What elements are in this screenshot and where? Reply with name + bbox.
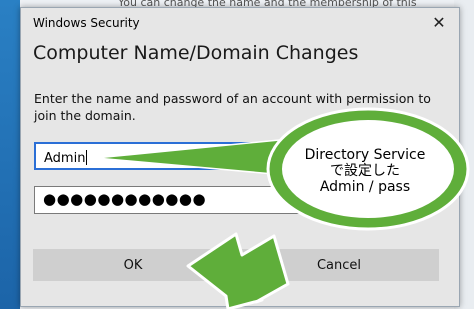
callout-line-3: Admin / pass: [319, 179, 411, 195]
callout-line-2: で設定した: [330, 163, 400, 179]
callout-text: Directory Service で設定した Admin / pass: [290, 147, 440, 195]
callout-line-1: Directory Service: [304, 147, 426, 163]
arrow-to-ok: [186, 232, 290, 309]
